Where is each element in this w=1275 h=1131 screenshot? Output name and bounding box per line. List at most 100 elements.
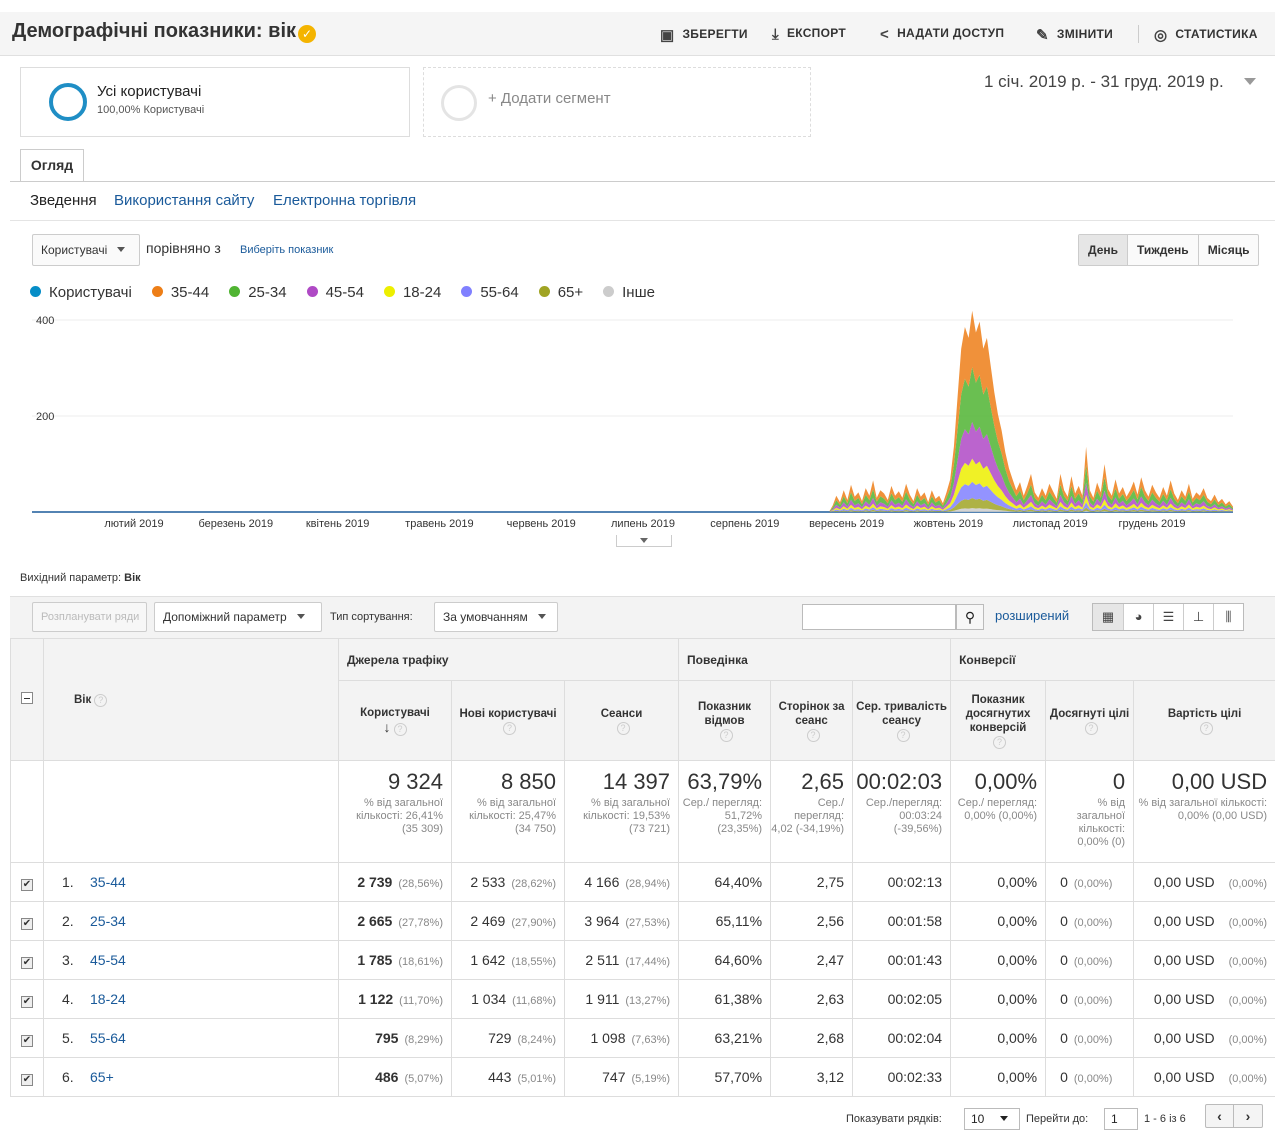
rows-per-page-select[interactable]: 10 — [964, 1108, 1020, 1130]
totals-cell: 2,65 Сер./ перегляд: 4,02 (-34,19%) — [770, 760, 854, 863]
legend-item[interactable]: 18-24 — [383, 284, 441, 301]
column-header[interactable]: Показник досягнутих конверсій? — [950, 680, 1047, 761]
table-cell: 2 511 (17,44%) — [563, 940, 680, 980]
table-cell: 3 964 (27,53%) — [563, 901, 680, 941]
row-checkbox[interactable]: ✔ — [21, 878, 33, 891]
column-header[interactable]: Досягнуті цілі? — [1045, 680, 1135, 761]
area-series-35-44[interactable] — [32, 310, 1233, 512]
column-header[interactable]: Нові користувачі? — [451, 680, 565, 761]
column-header[interactable]: Сер. тривалість сеансу? — [852, 680, 952, 761]
plot-rows-button[interactable]: Розпланувати ряди — [32, 602, 147, 632]
save-button[interactable]: ▣ ЗБЕРЕГТИ — [660, 26, 748, 44]
tab-overview[interactable]: Огляд — [20, 149, 84, 182]
chart-expand-handle[interactable] — [616, 535, 672, 547]
metric-dropdown[interactable]: Користувачі — [32, 234, 140, 266]
help-icon[interactable]: ? — [503, 721, 516, 735]
row-checkbox[interactable]: ✔ — [21, 956, 33, 969]
legend-item[interactable]: 55-64 — [461, 284, 519, 301]
insights-button[interactable]: ◎ СТАТИСТИКА — [1154, 26, 1258, 44]
column-header[interactable]: Користувачі ↓? — [338, 680, 452, 761]
total-value: 0,00% — [974, 769, 1038, 794]
row-checkbox[interactable]: ✔ — [21, 995, 33, 1008]
table-view-icon[interactable]: ▦ — [1093, 604, 1123, 630]
row-dimension-link[interactable]: 18-24 — [90, 991, 126, 1007]
chevron-left-icon[interactable]: ‹ — [1206, 1105, 1235, 1127]
export-button[interactable]: ⤓ ЕКСПОРТ — [772, 26, 846, 43]
date-range-picker[interactable]: 1 січ. 2019 р. - 31 груд. 2019 р. — [984, 72, 1224, 92]
help-icon[interactable]: ? — [94, 693, 108, 707]
help-icon[interactable]: ? — [806, 728, 820, 742]
table-row: ✔ 3. 45-54 1 785 (18,61%) 1 642 (18,55%) 2 511(… — [10, 940, 1275, 980]
help-icon[interactable]: ? — [719, 728, 733, 742]
pencil-icon: ✎ — [1036, 27, 1049, 44]
primary-dimension-value[interactable]: Вік — [124, 572, 141, 584]
period-month-button[interactable]: Місяць — [1197, 235, 1259, 265]
performance-view-icon[interactable]: ☰ — [1153, 604, 1183, 630]
share-button[interactable]: < НАДАТИ ДОСТУП — [880, 26, 1004, 43]
pie-view-icon[interactable]: ◕ — [1123, 604, 1153, 630]
legend-item[interactable]: 35-44 — [151, 284, 209, 301]
select-all-checkbox[interactable] — [21, 691, 33, 704]
help-icon[interactable]: ? — [993, 735, 1007, 749]
row-checkbox[interactable]: ✔ — [21, 1034, 33, 1047]
table-cell: 443 (5,01%) — [451, 1057, 565, 1097]
sort-type-label: Тип сортування: — [330, 611, 413, 623]
column-header[interactable]: Показник відмов? — [678, 680, 772, 761]
row-dimension-link[interactable]: 25-34 — [90, 913, 126, 929]
add-segment-button[interactable]: + Додати сегмент — [423, 67, 811, 137]
table-cell: 00:01:43 — [852, 940, 952, 980]
advanced-filter-link[interactable]: розширений — [995, 608, 1069, 623]
goto-page-input[interactable]: 1 — [1104, 1108, 1138, 1130]
chevron-right-icon[interactable]: › — [1234, 1105, 1262, 1127]
subtab-ecommerce[interactable]: Електронна торгівля — [273, 192, 416, 209]
row-dimension-link[interactable]: 65+ — [90, 1069, 114, 1085]
comparison-view-icon[interactable]: ⊥ — [1183, 604, 1213, 630]
edit-button[interactable]: ✎ ЗМІНИТИ — [1036, 26, 1113, 44]
table-cell: 3,12 — [770, 1057, 854, 1097]
help-icon[interactable]: ? — [1084, 721, 1098, 735]
table-cell: 2. 25-34 — [43, 901, 339, 941]
row-checkbox[interactable]: ✔ — [21, 1073, 33, 1086]
period-day-button[interactable]: День — [1079, 235, 1127, 265]
table-search-input[interactable] — [802, 604, 956, 630]
dimension-header[interactable]: Вік? — [43, 638, 339, 761]
total-subtext: Сер./ перегляд: 51,72% (23,35%) — [682, 797, 763, 835]
chevron-down-icon[interactable] — [1244, 78, 1256, 85]
legend-item[interactable]: Інше — [603, 284, 655, 301]
help-icon[interactable]: ? — [616, 721, 630, 735]
row-checkbox[interactable]: ✔ — [21, 917, 33, 930]
pivot-view-icon[interactable]: ⫼ — [1213, 604, 1243, 630]
total-value: 0,00 USD — [1171, 769, 1268, 794]
table-row: ✔ 6. 65+ 486 (5,07%) 443 (5,01%) 747 (5,19%) 57,7… — [10, 1057, 1275, 1097]
legend-item[interactable]: 65+ — [538, 284, 583, 301]
legend-dot-icon — [229, 286, 241, 297]
column-header[interactable]: Сеанси? — [563, 680, 680, 761]
x-tick-label: червень 2019 — [507, 518, 576, 530]
legend-item[interactable]: 25-34 — [229, 284, 287, 301]
period-week-button[interactable]: Тиждень — [1127, 235, 1198, 265]
select-metric-link[interactable]: Виберіть показник — [240, 244, 333, 256]
legend-item[interactable]: Користувачі — [30, 284, 132, 301]
search-icon[interactable]: ⚲ — [956, 604, 984, 630]
column-header[interactable]: Сторінок за сеанс? — [770, 680, 854, 761]
help-icon[interactable]: ? — [393, 722, 407, 736]
row-dimension-link[interactable]: 55-64 — [90, 1030, 126, 1046]
column-header[interactable]: Вартість цілі? — [1133, 680, 1275, 761]
row-dimension-link[interactable]: 35-44 — [90, 874, 126, 890]
table-cell: 3. 45-54 — [43, 940, 339, 980]
sort-type-dropdown[interactable]: За умовчанням — [434, 602, 558, 632]
row-dimension-link[interactable]: 45-54 — [90, 952, 126, 968]
help-icon[interactable]: ? — [1199, 721, 1213, 735]
segment-all-users[interactable]: Усі користувачі 100,00% Користувачі — [20, 67, 410, 137]
help-icon[interactable]: ? — [896, 728, 910, 742]
secondary-dimension-dropdown[interactable]: Допоміжний параметр — [154, 602, 322, 632]
legend-item[interactable]: 45-54 — [306, 284, 364, 301]
add-segment-label: + Додати сегмент — [488, 90, 611, 107]
table-cell: 2 533 (28,62%) — [451, 862, 565, 902]
table-row: ✔ 1. 35-44 2 739 (28,56%) 2 533 (28,62%) 4 166(… — [10, 862, 1275, 902]
area-series-25-34[interactable] — [32, 367, 1233, 512]
table-cell: 4. 18-24 — [43, 979, 339, 1019]
x-tick-label: травень 2019 — [405, 518, 473, 530]
subtab-summary[interactable]: Зведення — [30, 192, 97, 209]
subtab-site-usage[interactable]: Використання сайту — [114, 192, 254, 209]
